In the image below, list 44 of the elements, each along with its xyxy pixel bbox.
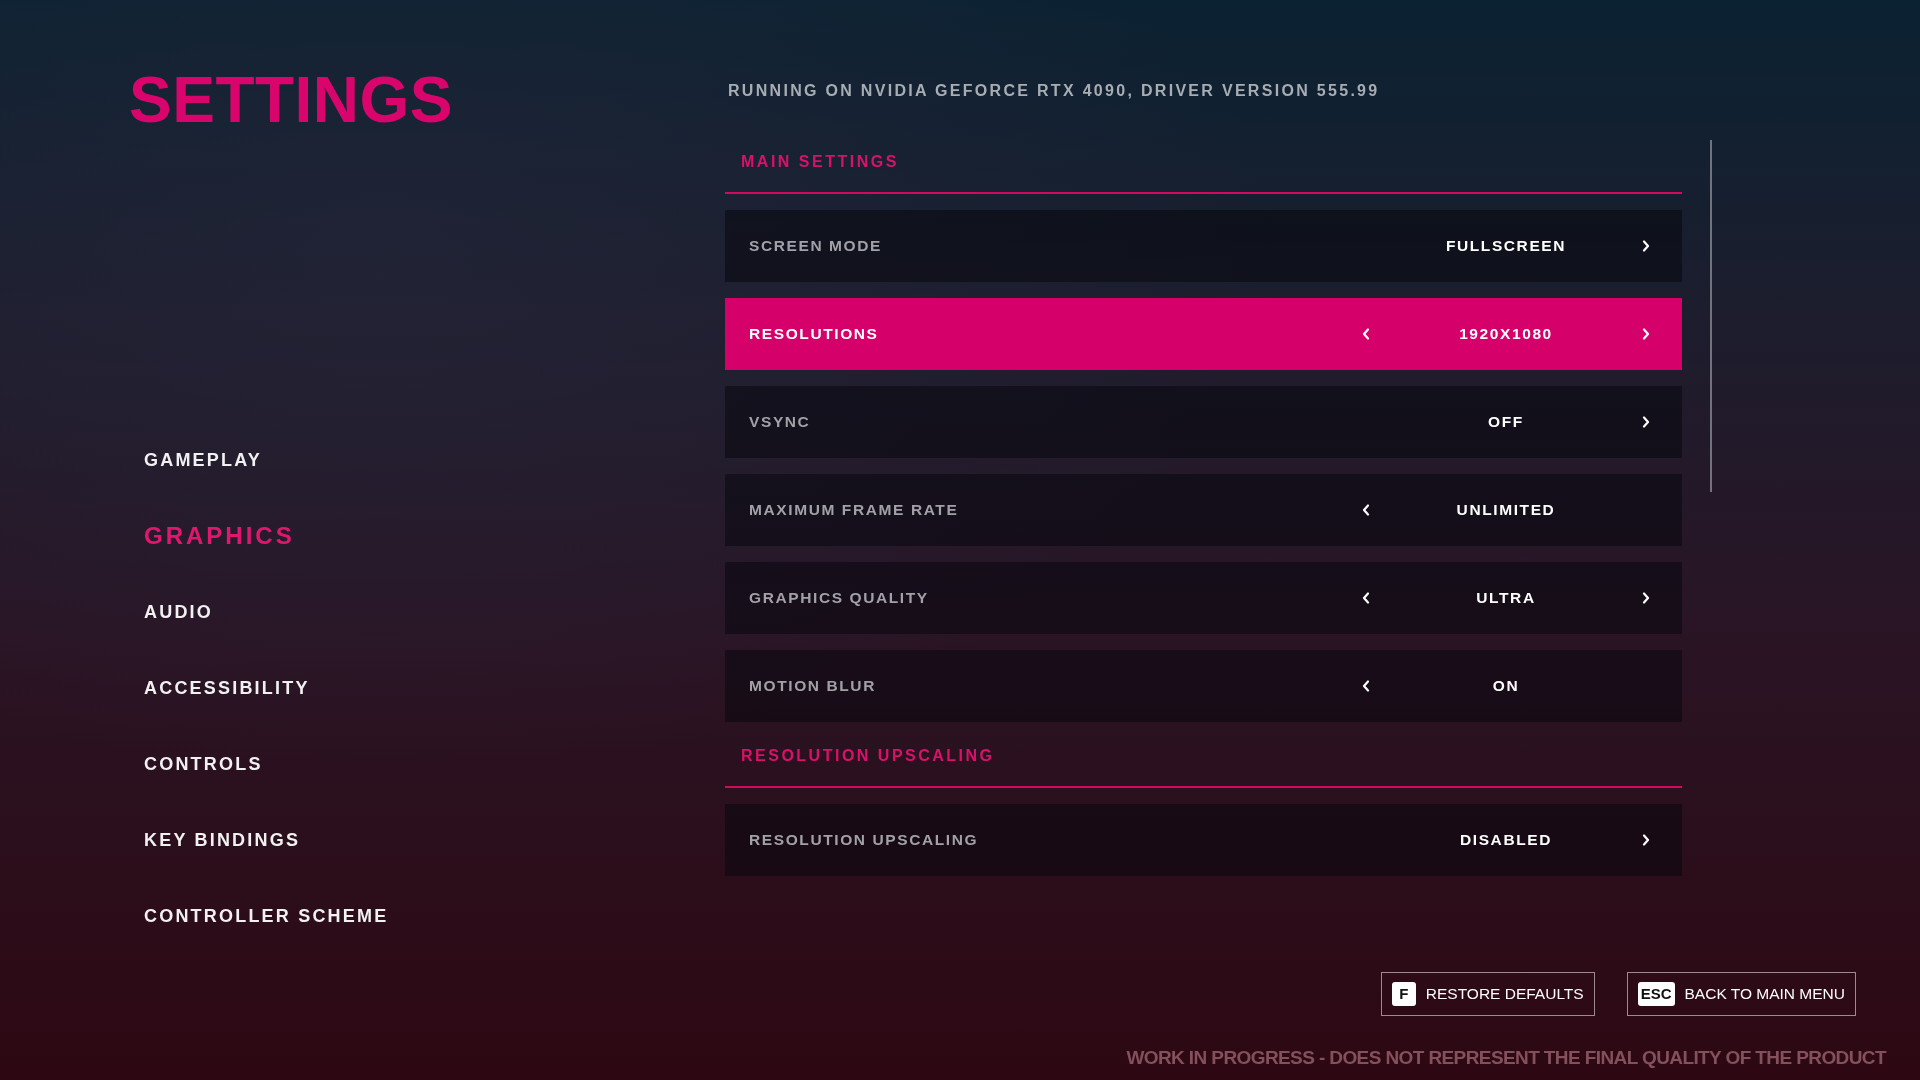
setting-row[interactable]: RESOLUTION UPSCALING DISABLED <box>725 804 1682 876</box>
chevron-right-icon[interactable] <box>1642 416 1650 428</box>
setting-label: MOTION BLUR <box>749 677 877 695</box>
setting-value: FULLSCREEN <box>1445 237 1567 255</box>
nav-item[interactable]: KEY BINDINGS <box>144 802 301 878</box>
setting-row[interactable]: MAXIMUM FRAME RATE UNLIMITED <box>725 474 1682 546</box>
disclaimer-text: WORK IN PROGRESS - DOES NOT REPRESENT THE FINAL QUALITY OF THE PRODUCT <box>1126 1046 1886 1070</box>
chevron-right-icon[interactable] <box>1642 592 1650 604</box>
key-cap: ESC <box>1637 982 1675 1006</box>
setting-value: ON <box>1492 677 1520 695</box>
setting-label: MAXIMUM FRAME RATE <box>749 501 960 519</box>
setting-value: UNLIMITED <box>1456 501 1556 519</box>
nav-item[interactable]: AUDIO <box>144 574 213 650</box>
footer-button[interactable]: F RESTORE DEFAULTS <box>1380 972 1595 1016</box>
setting-row[interactable]: MOTION BLUR ON <box>725 650 1682 722</box>
setting-value: 1920X1080 <box>1459 325 1553 343</box>
nav-item[interactable]: CONTROLS <box>144 726 263 802</box>
chevron-left-icon[interactable] <box>1362 592 1370 604</box>
nav-item[interactable]: CONTROLLER SCHEME <box>144 878 389 954</box>
setting-label: GRAPHICS QUALITY <box>749 589 930 607</box>
section-header: RESOLUTION UPSCALING <box>725 722 1682 788</box>
nav-item[interactable]: ACCESSIBILITY <box>144 650 310 726</box>
chevron-right-icon[interactable] <box>1642 834 1650 846</box>
page-title: SETTINGS <box>129 68 455 132</box>
setting-row[interactable]: VSYNC OFF <box>725 386 1682 458</box>
setting-row[interactable]: SCREEN MODE FULLSCREEN <box>725 210 1682 282</box>
gpu-info: RUNNING ON NVIDIA GEFORCE RTX 4090, DRIVER VERSION 555.99 <box>727 81 1381 101</box>
setting-label: VSYNC <box>749 413 812 431</box>
scrollbar[interactable] <box>1710 140 1712 492</box>
setting-value: ULTRA <box>1476 589 1536 607</box>
setting-value: OFF <box>1488 413 1524 431</box>
nav-item[interactable]: GAMEPLAY <box>144 422 262 498</box>
key-cap: F <box>1391 982 1416 1006</box>
setting-label: RESOLUTIONS <box>749 325 880 343</box>
setting-label: RESOLUTION UPSCALING <box>749 831 980 849</box>
setting-label: SCREEN MODE <box>749 237 883 255</box>
setting-row[interactable]: GRAPHICS QUALITY ULTRA <box>725 562 1682 634</box>
chevron-right-icon[interactable] <box>1642 240 1650 252</box>
section-header: MAIN SETTINGS <box>725 138 1682 194</box>
chevron-left-icon[interactable] <box>1362 680 1370 692</box>
nav-item[interactable]: GRAPHICS <box>144 498 295 574</box>
footer-button[interactable]: ESC BACK TO MAIN MENU <box>1626 972 1856 1016</box>
setting-value: DISABLED <box>1460 831 1552 849</box>
chevron-left-icon[interactable] <box>1362 504 1370 516</box>
